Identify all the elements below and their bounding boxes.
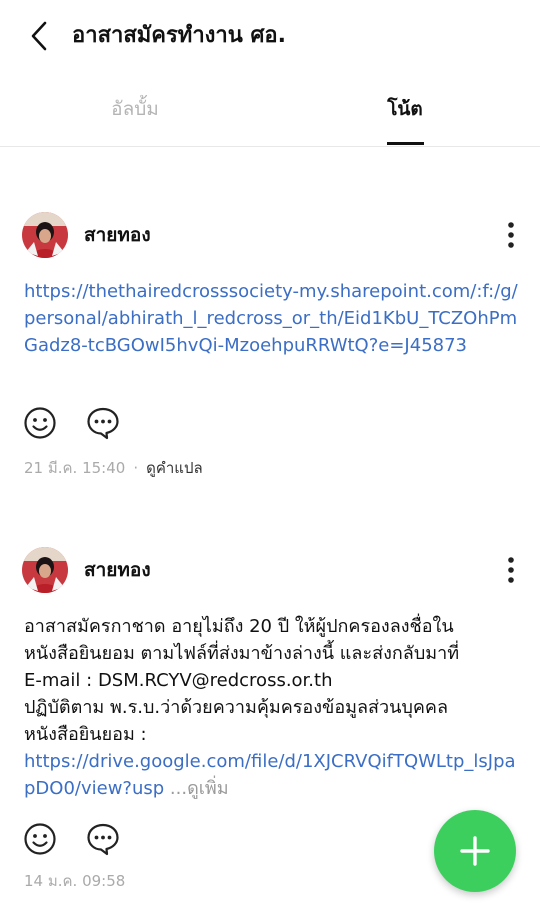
post-link[interactable]: https://drive.google.com/file/d/1XJCRVQi… xyxy=(24,751,516,799)
tab-album[interactable]: อัลบั้ม xyxy=(60,72,210,146)
translate-link[interactable]: ดูคำแปล xyxy=(146,459,203,477)
chevron-left-icon xyxy=(31,21,47,51)
post-body-line: E-mail : DSM.RCYV@redcross.or.th xyxy=(24,670,333,691)
post-meta: 14 ม.ค. 09:58 xyxy=(24,870,125,892)
separator-dot: · xyxy=(133,459,139,477)
post-link[interactable]: https://thethairedcrosssociety-my.sharep… xyxy=(24,281,518,356)
smiley-icon xyxy=(24,407,56,439)
avatar-image xyxy=(22,212,68,258)
comment-bubble-icon xyxy=(87,823,119,856)
more-vertical-icon xyxy=(508,222,514,248)
header-bar: อาสาสมัครทำงาน ศอ. xyxy=(0,0,540,72)
tab-note[interactable]: โน้ต xyxy=(330,72,480,146)
comment-button[interactable] xyxy=(86,406,120,440)
post-body-line: ปฏิบัติตาม พ.ร.บ.ว่าด้วยความคุ้มครองข้อม… xyxy=(24,697,448,718)
comment-bubble-icon xyxy=(87,407,119,440)
post-author[interactable]: สายทอง xyxy=(84,547,151,593)
tab-bar: อัลบั้ม โน้ต xyxy=(0,72,540,147)
post-timestamp: 21 มี.ค. 15:40 xyxy=(24,459,126,477)
post-body: https://thethairedcrosssociety-my.sharep… xyxy=(24,278,524,359)
add-note-button[interactable] xyxy=(434,810,516,892)
more-vertical-icon xyxy=(508,557,514,583)
avatar[interactable] xyxy=(22,212,68,258)
back-button[interactable] xyxy=(22,18,58,54)
post-body: อาสาสมัครกาชาด อายุไม่ถึง 20 ปี ให้ผู้ปก… xyxy=(24,613,524,802)
post-body-line: หนังสือยินยอม ตามไฟล์ที่ส่งมาข้างล่างนี้… xyxy=(24,643,460,664)
post-meta: 21 มี.ค. 15:40 · ดูคำแปล xyxy=(24,457,203,479)
post-body-line: อาสาสมัครกาชาด อายุไม่ถึง 20 ปี ให้ผู้ปก… xyxy=(24,616,454,637)
see-more-link[interactable]: ...ดูเพิ่ม xyxy=(170,778,229,799)
avatar[interactable] xyxy=(22,547,68,593)
emoji-reaction-button[interactable] xyxy=(23,406,57,440)
post-timestamp: 14 ม.ค. 09:58 xyxy=(24,872,126,890)
smiley-icon xyxy=(24,823,56,855)
post-author[interactable]: สายทอง xyxy=(84,212,151,258)
avatar-image xyxy=(22,547,68,593)
post-more-button[interactable] xyxy=(496,553,526,587)
post-more-button[interactable] xyxy=(496,218,526,252)
active-tab-indicator xyxy=(387,142,424,145)
post-body-line: หนังสือยินยอม : xyxy=(24,724,147,745)
comment-button[interactable] xyxy=(86,822,120,856)
plus-icon xyxy=(460,836,490,866)
emoji-reaction-button[interactable] xyxy=(23,822,57,856)
page-title: อาสาสมัครทำงาน ศอ. xyxy=(72,23,286,48)
